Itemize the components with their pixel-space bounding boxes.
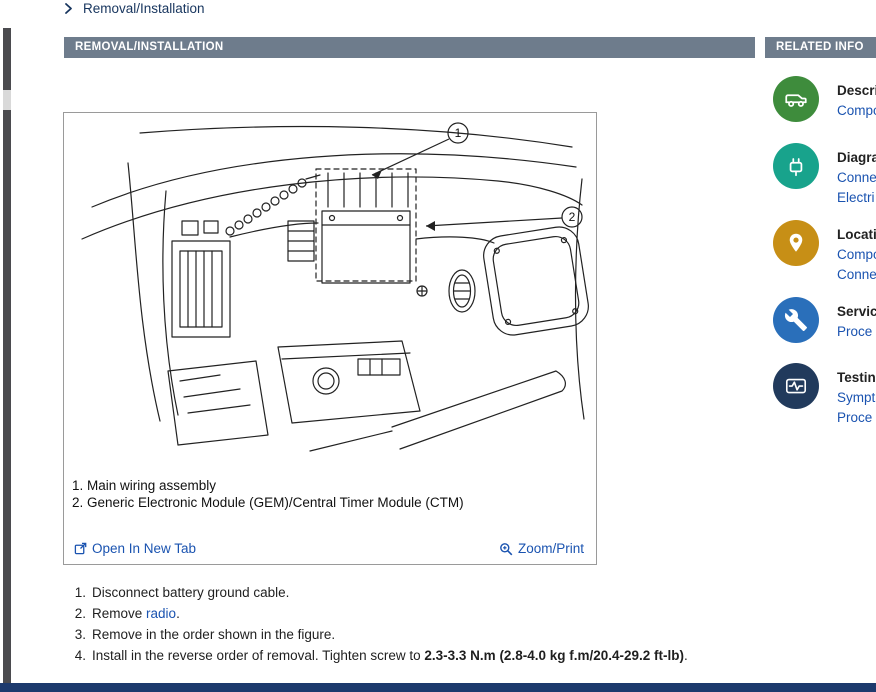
related-title: Locati [837,225,876,245]
location-pin-icon[interactable] [773,220,819,266]
step-text: Remove in the order shown in the figure. [92,624,335,645]
figure-box: 1 2 1. Main wiring assembly 2. Generic E… [63,112,597,565]
service-icon[interactable] [773,297,819,343]
zoom-icon [499,542,513,556]
connector-icon[interactable] [773,143,819,189]
left-scrollbar[interactable] [3,28,11,683]
radio-link[interactable]: radio [146,606,176,621]
section-header-label: REMOVAL/INSTALLATION [75,41,223,53]
step-number: 2. [66,603,86,624]
step-text-post: . [176,606,180,621]
related-link[interactable]: Sympt [837,388,876,408]
related-item-testing: Testin Sympt Proce [773,363,876,428]
figure-footer: Open In New Tab Zoom/Print [74,541,584,556]
zoom-print-link[interactable]: Zoom/Print [499,541,584,556]
step-text-pre: Remove [92,606,146,621]
section-header-bar: REMOVAL/INSTALLATION [64,37,755,58]
callout-2-label: 2 [569,210,576,224]
figure-captions: 1. Main wiring assembly 2. Generic Elect… [72,477,464,511]
step-text: Disconnect battery ground cable. [92,582,289,603]
related-title: Diagra [837,148,876,168]
related-link[interactable]: Compo [837,101,876,121]
related-item-diagrams: Diagra Conne Electri [773,143,876,208]
torque-spec: 2.3-3.3 N.m (2.8-4.0 kg f.m/20.4-29.2 ft… [424,648,684,663]
waveform-icon[interactable] [773,363,819,409]
related-item-description: Descri Compo [773,76,876,122]
step-text-post: . [684,648,688,663]
procedure-steps: 1. Disconnect battery ground cable. 2. R… [66,582,688,666]
related-link[interactable]: Conne [837,265,876,285]
related-title: Descri [837,81,876,101]
breadcrumb-label: Removal/Installation [83,1,205,16]
callout-1-label: 1 [455,126,462,140]
related-item-service: Servic Proce [773,297,876,343]
breadcrumb[interactable]: Removal/Installation [64,1,205,16]
step-2: 2. Remove radio. [66,603,688,624]
step-number: 1. [66,582,86,603]
step-number: 4. [66,645,86,666]
vehicle-icon[interactable] [773,76,819,122]
step-number: 3. [66,624,86,645]
step-text-pre: Install in the reverse order of removal.… [92,648,424,663]
open-in-new-tab-label: Open In New Tab [92,541,196,556]
zoom-print-label: Zoom/Print [518,541,584,556]
related-header-bar: RELATED INFO [765,37,876,58]
step-text: Remove radio. [92,603,180,624]
technical-illustration: 1 2 [70,119,590,474]
step-3: 3. Remove in the order shown in the figu… [66,624,688,645]
step-1: 1. Disconnect battery ground cable. [66,582,688,603]
related-link[interactable]: Conne [837,168,876,188]
related-link[interactable]: Electri [837,188,876,208]
related-title: Testin [837,368,876,388]
figure-caption-2: 2. Generic Electronic Module (GEM)/Centr… [72,494,464,511]
scrollbar-thumb[interactable] [3,90,11,110]
step-text: Install in the reverse order of removal.… [92,645,688,666]
chevron-right-icon [64,2,73,15]
related-link[interactable]: Compo [837,245,876,265]
related-item-locations: Locati Compo Conne [773,220,876,285]
related-info-panel: Descri Compo Diagra Conne Electri [765,64,876,624]
external-link-icon [74,542,87,555]
related-title: Servic [837,302,876,322]
step-4: 4. Install in the reverse order of remov… [66,645,688,666]
related-link[interactable]: Proce [837,322,876,342]
open-in-new-tab-link[interactable]: Open In New Tab [74,541,196,556]
figure-caption-1: 1. Main wiring assembly [72,477,464,494]
related-link[interactable]: Proce [837,408,876,428]
related-header-label: RELATED INFO [776,41,864,53]
bottom-bar [0,683,876,692]
